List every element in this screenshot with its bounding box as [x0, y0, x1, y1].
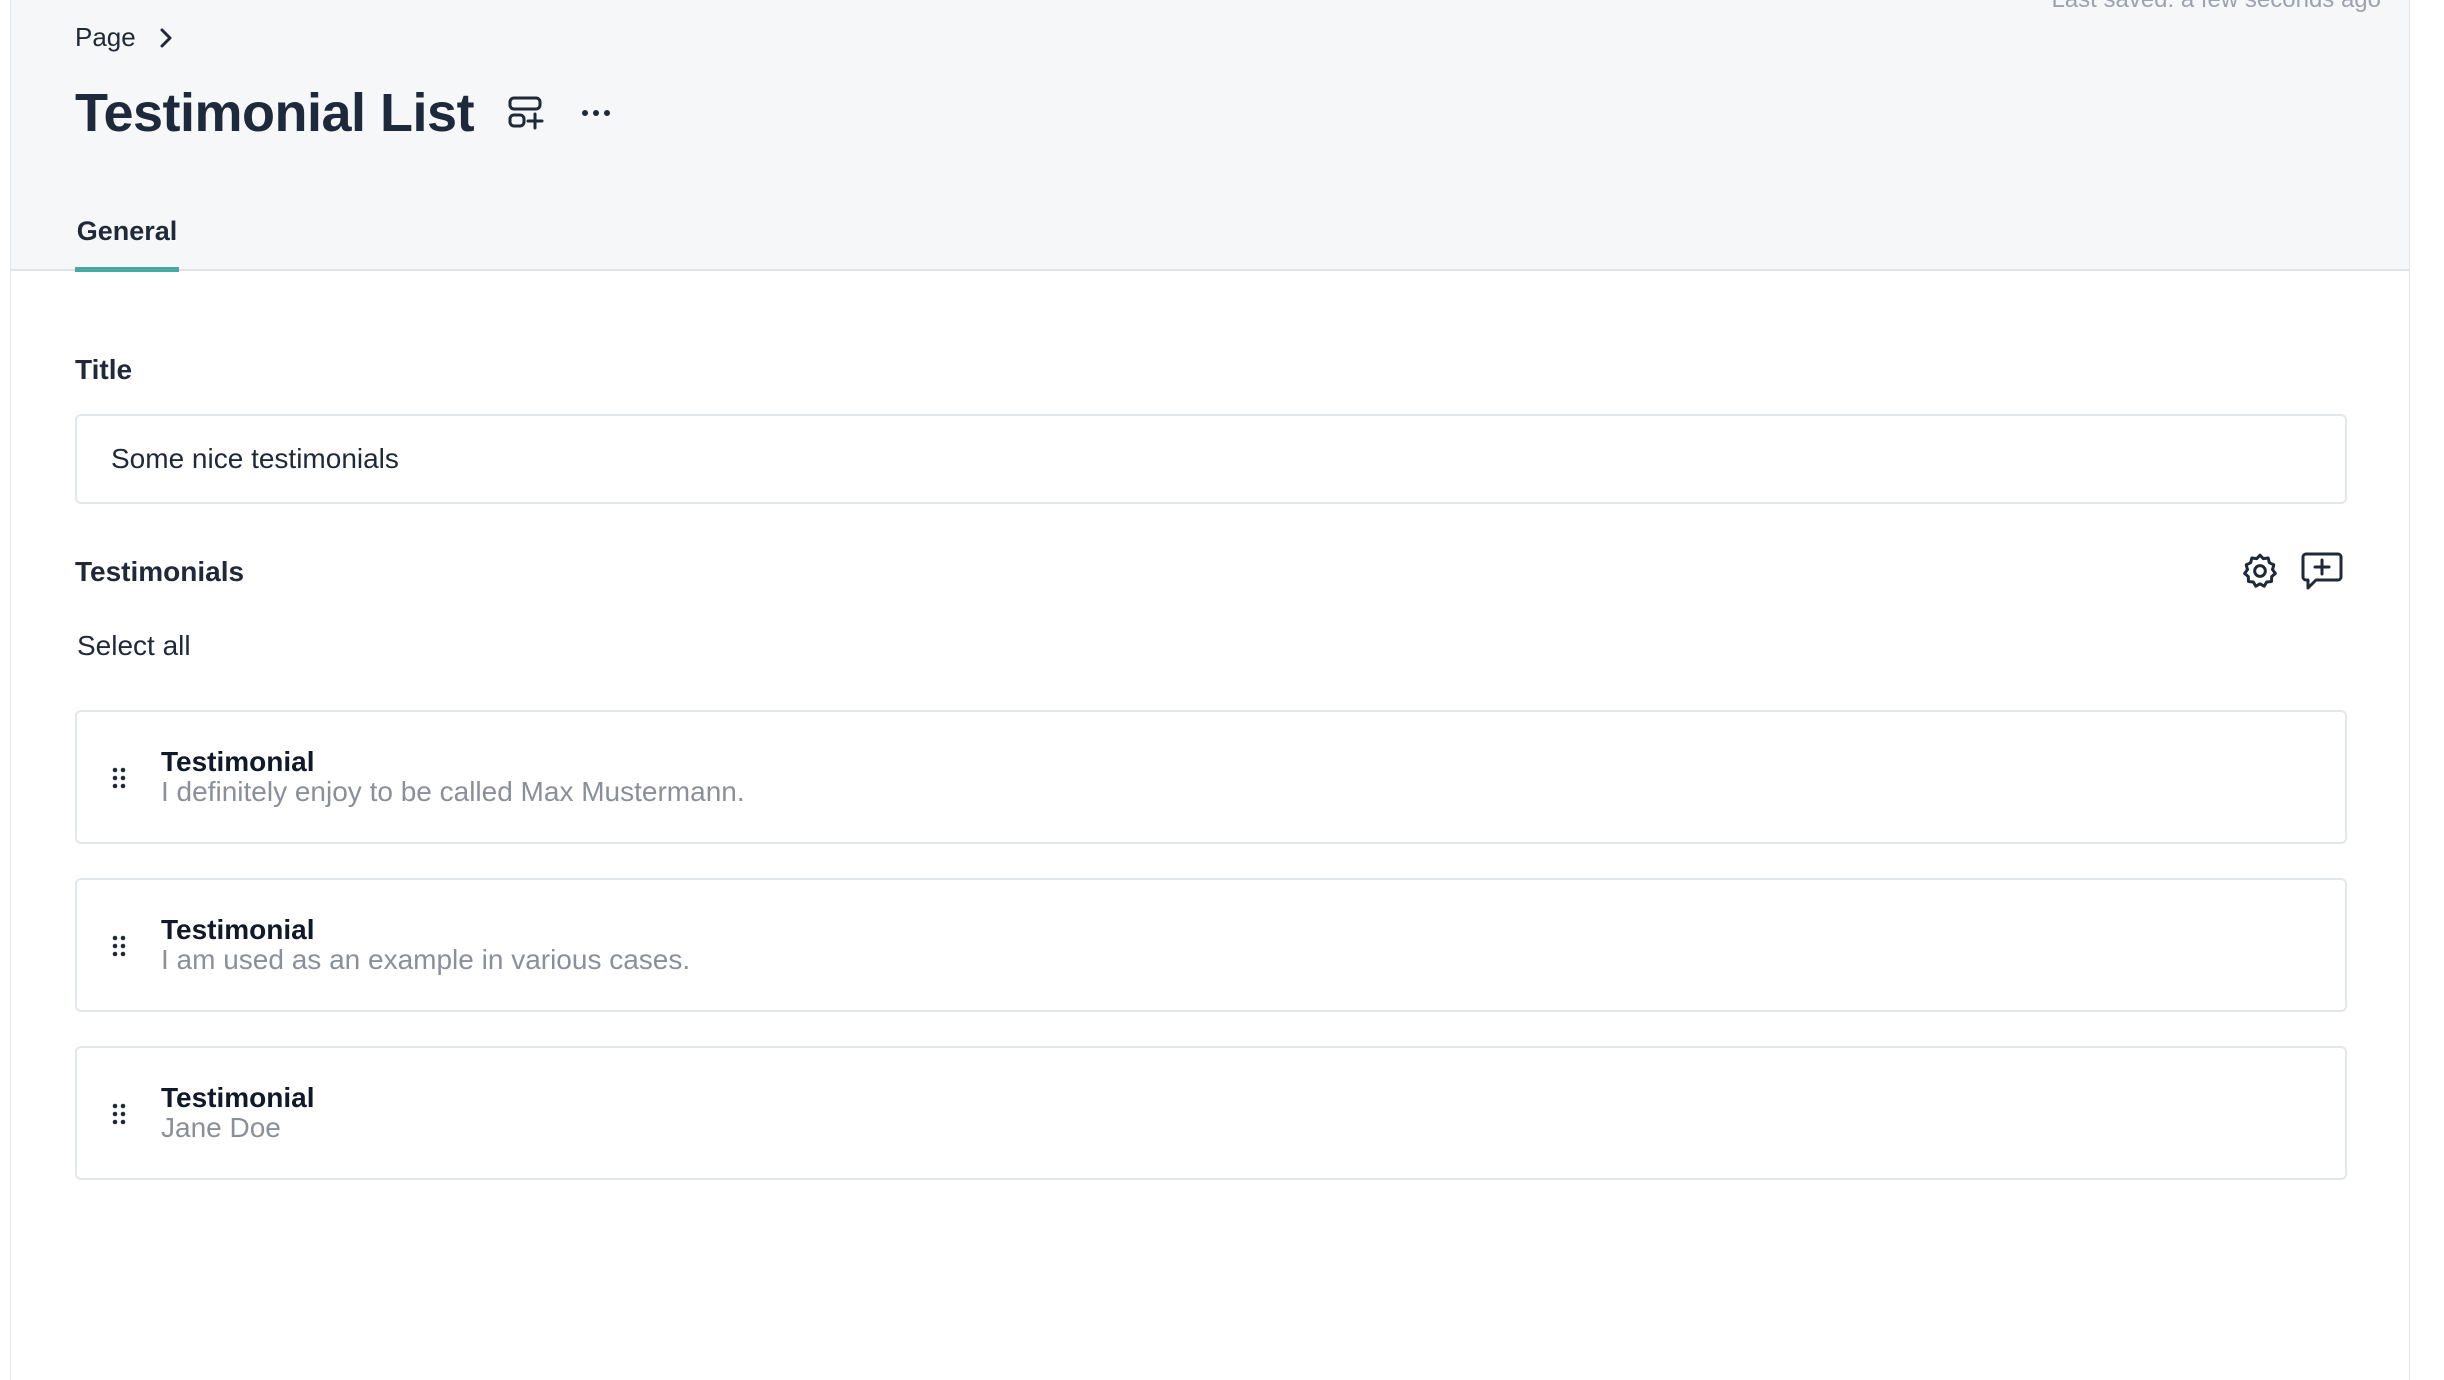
testimonial-type: Testimonial: [161, 914, 315, 945]
settings-icon[interactable]: [2239, 550, 2281, 592]
testimonial-text: Jane Doe: [161, 1112, 281, 1143]
testimonial-list: Testimonial I definitely enjoy to be cal…: [75, 710, 2347, 1214]
testimonial-type: Testimonial: [161, 746, 315, 777]
title-field-label: Title: [75, 354, 133, 385]
select-all-button[interactable]: Select all: [77, 630, 191, 662]
breadcrumb: Page: [75, 22, 178, 53]
breadcrumb-item-page[interactable]: Page: [75, 22, 136, 53]
testimonial-item[interactable]: Testimonial Jane Doe: [75, 1046, 2347, 1180]
testimonial-item[interactable]: Testimonial I definitely enjoy to be cal…: [75, 710, 2347, 844]
drag-handle-icon[interactable]: [111, 766, 127, 790]
editor-frame: Last saved: a few seconds ago Page Testi…: [10, 0, 2410, 1380]
add-comment-icon[interactable]: [2299, 550, 2345, 592]
more-icon[interactable]: [576, 93, 616, 133]
testimonial-type: Testimonial: [161, 1082, 315, 1113]
testimonial-text: I am used as an example in various cases…: [161, 944, 691, 975]
testimonials-label: Testimonials: [75, 556, 245, 587]
testimonials-toolbar: [2239, 550, 2345, 592]
title-input[interactable]: [75, 414, 2347, 504]
testimonial-item[interactable]: Testimonial I am used as an example in v…: [75, 878, 2347, 1012]
chevron-right-icon: [154, 26, 178, 50]
tab-general[interactable]: General: [75, 216, 179, 272]
drag-handle-icon[interactable]: [111, 934, 127, 958]
drag-handle-icon[interactable]: [111, 1102, 127, 1126]
page-header: Last saved: a few seconds ago Page Testi…: [11, 0, 2409, 272]
add-layout-icon[interactable]: [504, 91, 548, 135]
page-title: Testimonial List: [75, 83, 475, 143]
title-row: Testimonial List: [75, 82, 616, 144]
testimonial-text: I definitely enjoy to be called Max Must…: [161, 776, 745, 807]
last-saved-status: Last saved: a few seconds ago: [2051, 0, 2381, 14]
